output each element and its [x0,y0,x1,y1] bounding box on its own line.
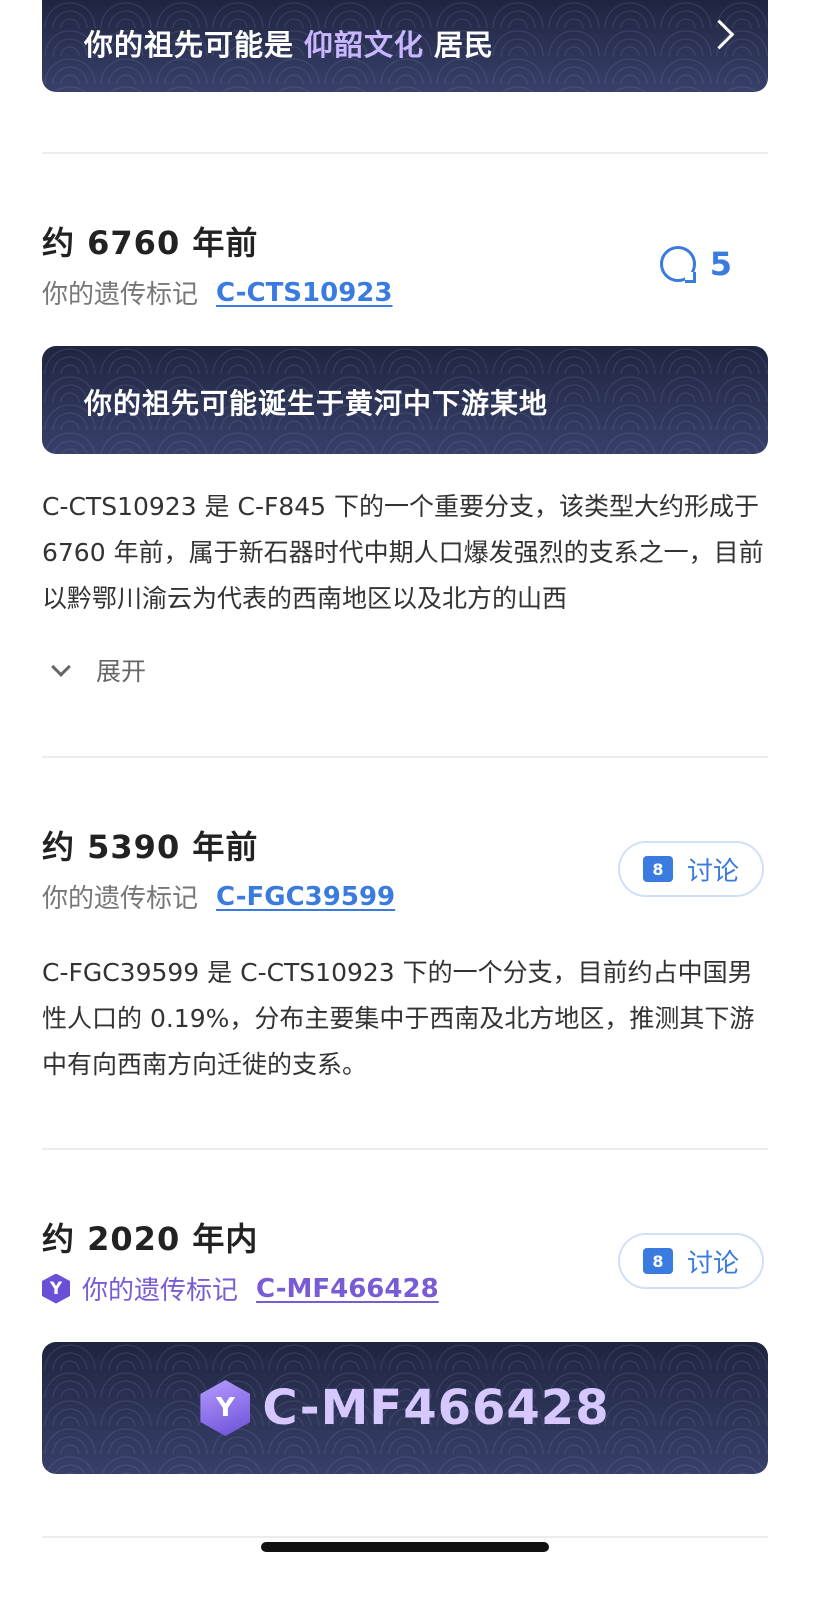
haplogroup-code-banner: Y C-MF466428 [42,1342,768,1474]
discuss-label: 讨论 [686,856,739,887]
culture-prefix: 你的祖先可能是 [84,28,295,62]
home-indicator[interactable] [261,1542,549,1552]
discuss-button[interactable]: 8 讨论 [618,841,764,897]
culture-suffix: 居民 [434,28,495,62]
era-title: 约 6760 年前 [42,224,259,262]
chevron-right-icon [704,19,735,50]
birthplace-text: 你的祖先可能诞生于黄河中下游某地 [84,387,549,420]
marker-label: 你的遗传标记 [42,884,199,914]
marker-row: Y 你的遗传标记 C-MF466428 [42,1270,439,1307]
marker-label: 你的遗传标记 [82,1276,239,1306]
comment-count: 5 [709,245,732,283]
era-title: 约 5390 年前 [42,828,259,866]
haplogroup-code: C-MF466428 [262,1380,610,1436]
ancestor-culture-banner[interactable]: 你的祖先可能是 仰韶文化 居民 [42,0,768,92]
haplogroup-description: C-CTS10923 是 C-F845 下的一个重要分支，该类型大约形成于 67… [42,492,764,613]
chat-icon: 8 [642,1248,673,1274]
chat-icon: 8 [642,856,673,882]
marker-row: 你的遗传标记 C-FGC39599 [42,878,395,915]
y-chromosome-hex-icon: Y [200,1380,251,1436]
y-chromosome-badge-icon: Y [42,1273,70,1304]
divider [42,1148,768,1150]
expand-button[interactable]: 展开 [50,652,146,688]
comments-button[interactable]: 5 [659,245,732,283]
marker-code-link[interactable]: C-CTS10923 [216,278,392,308]
haplogroup-description: C-FGC39599 是 C-CTS10923 下的一个分支，目前约占中国男性人… [42,958,755,1079]
marker-code-link[interactable]: C-MF466428 [256,1274,439,1304]
culture-name: 仰韶文化 [304,28,425,62]
marker-row: 你的遗传标记 C-CTS10923 [42,274,392,311]
divider [42,756,768,758]
divider [42,152,768,154]
ancestor-culture-text: 你的祖先可能是 仰韶文化 居民 [84,22,494,64]
divider [42,1536,768,1538]
discuss-label: 讨论 [686,1248,739,1279]
comment-bubble-icon [659,246,696,283]
chevron-down-icon [51,657,71,677]
marker-label: 你的遗传标记 [42,280,199,310]
birthplace-banner: 你的祖先可能诞生于黄河中下游某地 [42,346,768,454]
expand-label: 展开 [96,657,147,686]
discuss-button[interactable]: 8 讨论 [618,1233,764,1289]
marker-code-link[interactable]: C-FGC39599 [216,882,395,912]
era-title: 约 2020 年内 [42,1220,259,1258]
